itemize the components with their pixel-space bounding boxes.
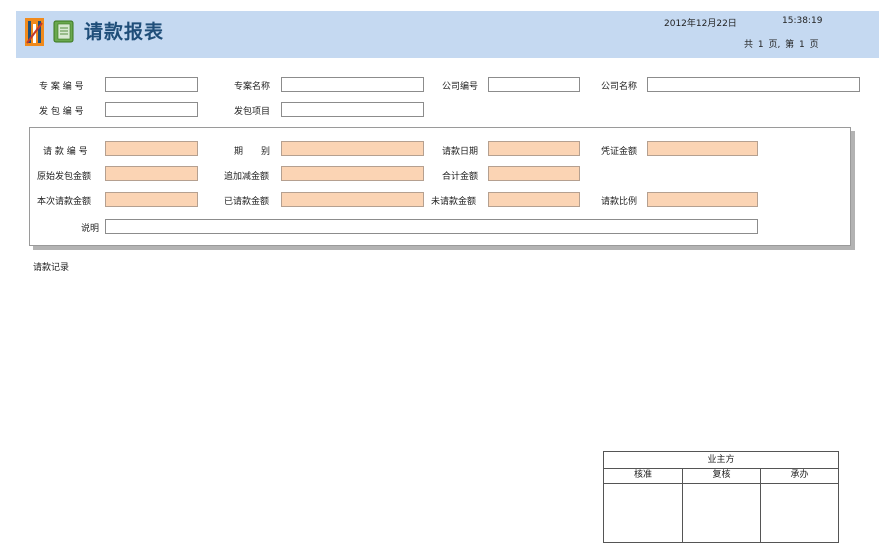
company-no-field[interactable] [488,77,580,92]
request-ratio-label: 请款比例 [601,197,638,207]
requested-amount-field[interactable] [281,192,424,207]
bars-logo-icon [25,18,44,46]
total-amount-label: 合计金额 [442,172,479,182]
signoff-cell-handler: 承办 [761,468,838,542]
signoff-title: 业主方 [604,452,838,469]
original-amount-label: 原始发包金额 [37,172,92,182]
page-title: 请款报表 [84,21,165,43]
company-name-label: 公司名称 [601,82,638,92]
report-time: 15:38:19 [782,16,823,26]
voucher-amount-label: 凭证金额 [601,147,638,157]
adjust-amount-label: 追加减金额 [224,172,270,182]
project-no-field[interactable] [105,77,198,92]
report-header: 请款报表 2012年12月22日 15:38:19 共 1 页, 第 1 页 [16,11,879,58]
project-name-label: 专案名称 [234,82,271,92]
request-no-field[interactable] [105,141,198,156]
signoff-cell-review: 复核 [683,468,761,542]
contract-no-label: 发 包 编 号 [39,107,84,117]
total-amount-field[interactable] [488,166,580,181]
request-ratio-field[interactable] [647,192,758,207]
adjust-amount-field[interactable] [281,166,424,181]
contract-no-field[interactable] [105,102,198,117]
requested-amount-label: 已请款金额 [224,197,270,207]
period-label: 期 别 [234,147,271,157]
company-name-field[interactable] [647,77,860,92]
note-field[interactable] [105,219,758,234]
signoff-cell-approve: 核准 [604,468,683,542]
contract-item-field[interactable] [281,102,424,117]
signoff-column-label: 复核 [683,468,760,484]
unrequested-amount-field[interactable] [488,192,580,207]
project-name-field[interactable] [281,77,424,92]
page-indicator: 共 1 页, 第 1 页 [744,40,819,50]
company-no-label: 公司编号 [442,82,479,92]
request-date-label: 请款日期 [442,147,479,157]
signoff-column-label: 承办 [761,468,838,484]
current-request-field[interactable] [105,192,198,207]
note-label: 说明 [81,224,100,234]
current-request-label: 本次请款金额 [37,197,92,207]
voucher-amount-field[interactable] [647,141,758,156]
contract-item-label: 发包项目 [234,107,271,117]
period-field[interactable] [281,141,424,156]
request-no-label: 请 款 编 号 [43,147,88,157]
original-amount-field[interactable] [105,166,198,181]
signoff-table: 业主方 核准 复核 承办 [603,451,839,543]
report-date: 2012年12月22日 [664,19,737,29]
notebook-icon [53,20,74,43]
unrequested-amount-label: 未请款金额 [431,197,477,207]
request-date-field[interactable] [488,141,580,156]
project-no-label: 专 案 编 号 [39,82,84,92]
request-records-title: 请款记录 [33,263,70,273]
signoff-column-label: 核准 [604,468,682,484]
